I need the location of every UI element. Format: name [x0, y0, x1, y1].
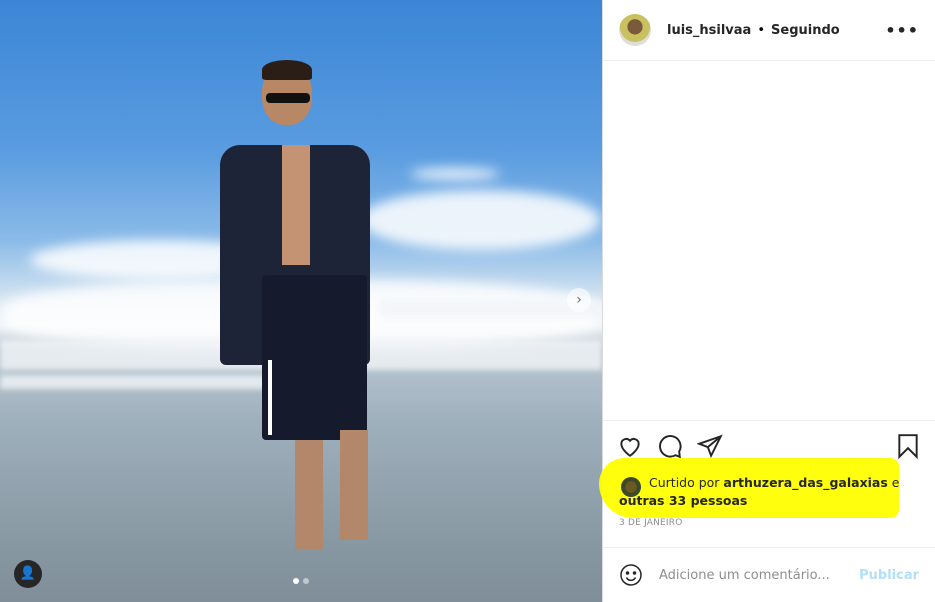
carousel-dots	[293, 578, 309, 584]
more-options-icon[interactable]: •••	[885, 21, 919, 40]
person	[220, 60, 380, 560]
likes-prefix: Curtido por	[649, 475, 724, 490]
user-tag-icon[interactable]: 👤	[14, 560, 42, 588]
post-header: luis_hsilvaa • Seguindo •••	[603, 0, 935, 61]
likes-middle: e	[887, 475, 900, 490]
comment-bar: Publicar	[603, 547, 935, 602]
likes-summary: Curtido por arthuzera_das_galaxias e out…	[599, 458, 919, 518]
post-date[interactable]: 3 DE JANEIRO	[619, 518, 683, 528]
likes-count-link[interactable]: outras 33 pessoas	[619, 493, 747, 508]
heart-icon[interactable]	[617, 433, 643, 459]
avatar[interactable]	[619, 14, 651, 46]
share-icon[interactable]	[697, 433, 723, 459]
username-link[interactable]: luis_hsilvaa	[667, 23, 751, 38]
next-photo-button[interactable]: ›	[567, 288, 591, 312]
bookmark-icon[interactable]	[895, 433, 921, 459]
comment-icon[interactable]	[657, 433, 683, 459]
liker-username-link[interactable]: arthuzera_das_galaxias	[723, 475, 887, 490]
following-button[interactable]: Seguindo	[771, 23, 840, 38]
separator: •	[757, 22, 766, 38]
comment-input[interactable]	[659, 567, 860, 583]
post-side-panel: luis_hsilvaa • Seguindo ••• Curtido por …	[599, 0, 935, 602]
publish-button[interactable]: Publicar	[859, 568, 919, 583]
emoji-icon[interactable]	[619, 563, 643, 587]
post-photo[interactable]: › 👤	[0, 0, 602, 602]
